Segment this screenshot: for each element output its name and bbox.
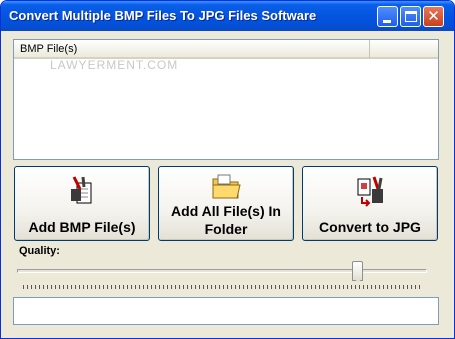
add-files-icon [71, 176, 92, 204]
quality-label: Quality: [19, 245, 60, 257]
add-all-files-in-folder-button[interactable]: Add All File(s) In Folder [158, 166, 294, 241]
file-list[interactable]: BMP File(s) LAWYERMENT.COM [13, 39, 439, 160]
maximize-icon [405, 11, 417, 22]
add-all-files-label-line1: Add All File(s) In [171, 203, 281, 219]
column-header-bmp-files[interactable]: BMP File(s) [14, 40, 370, 58]
folder-icon [212, 174, 241, 199]
close-icon: ✕ [427, 7, 440, 25]
quality-slider-track[interactable] [17, 269, 427, 273]
convert-icon [357, 176, 383, 207]
watermark: LAWYERMENT.COM [50, 58, 179, 72]
status-box [13, 297, 439, 325]
quality-slider-thumb[interactable] [352, 261, 363, 283]
window-title: Convert Multiple BMP Files To JPG Files … [9, 8, 317, 23]
add-all-files-label-line2: Folder [204, 221, 248, 237]
add-bmp-files-button[interactable]: Add BMP File(s) [14, 166, 150, 241]
quality-slider-ticks [23, 285, 423, 289]
close-button[interactable]: ✕ [423, 6, 444, 27]
convert-to-jpg-button[interactable]: Convert to JPG [302, 166, 438, 241]
add-all-files-label: Add All File(s) In Folder [159, 202, 293, 238]
minimize-button[interactable] [377, 6, 398, 27]
quality-slider[interactable] [17, 259, 429, 289]
list-header: BMP File(s) [14, 40, 438, 59]
convert-to-jpg-label: Convert to JPG [319, 219, 421, 235]
title-bar[interactable]: Convert Multiple BMP Files To JPG Files … [1, 1, 454, 31]
minimize-icon [383, 20, 391, 23]
app-window: Convert Multiple BMP Files To JPG Files … [0, 0, 455, 339]
maximize-button[interactable] [400, 6, 421, 27]
add-bmp-files-label: Add BMP File(s) [28, 219, 136, 235]
column-header-extra[interactable] [371, 40, 438, 58]
